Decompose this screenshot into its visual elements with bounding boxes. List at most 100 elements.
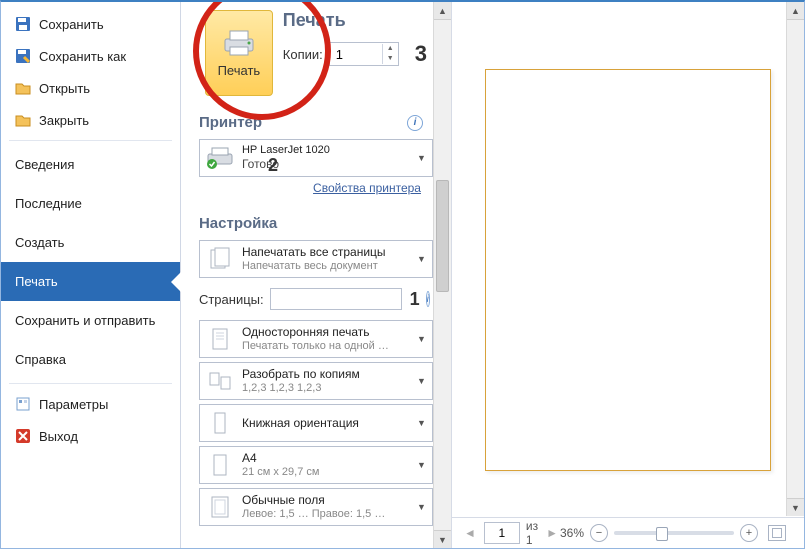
zoom-in-button[interactable]: +: [740, 524, 758, 542]
pages-all-icon: [206, 245, 234, 273]
sidebar: Сохранить Сохранить как Открыть Закрыть …: [1, 2, 181, 548]
options-icon: [15, 396, 31, 412]
sidebar-label: Закрыть: [39, 113, 89, 128]
separator: [9, 140, 172, 141]
combo-line2: Печатать только на одной …: [242, 340, 409, 353]
collate-icon: [206, 367, 234, 395]
sidebar-save-as[interactable]: Сохранить как: [1, 40, 180, 72]
info-icon[interactable]: i: [407, 115, 423, 131]
sidebar-info[interactable]: Сведения: [1, 145, 180, 184]
chevron-down-icon: ▼: [417, 153, 426, 163]
sidebar-new[interactable]: Создать: [1, 223, 180, 262]
prev-page-button[interactable]: ◄: [462, 526, 478, 540]
pages-input[interactable]: [270, 288, 402, 310]
print-range-select[interactable]: Напечатать все страницыНапечатать весь д…: [199, 240, 433, 278]
margins-select[interactable]: Обычные поляЛевое: 1,5 … Правое: 1,5 … ▼: [199, 488, 433, 526]
sidebar-save[interactable]: Сохранить: [1, 8, 180, 40]
collate-select[interactable]: Разобрать по копиям1,2,3 1,2,3 1,2,3 ▼: [199, 362, 433, 400]
page-total: из 1: [526, 519, 538, 547]
combo-line1: Односторонняя печать: [242, 325, 409, 339]
chevron-down-icon: ▼: [417, 334, 426, 344]
zoom-thumb[interactable]: [656, 527, 668, 541]
combo-line2: Напечатать весь документ: [242, 260, 409, 273]
print-settings-panel: Печать Печать Копии: ▲▼ 3 Принтер: [181, 2, 452, 548]
scroll-up-icon[interactable]: ▲: [787, 2, 804, 20]
separator: [9, 383, 172, 384]
printer-icon: [221, 29, 257, 57]
printer-select[interactable]: HP LaserJet 1020 Готово ▼ 2: [199, 139, 433, 177]
chevron-down-icon: ▼: [417, 376, 426, 386]
combo-line2: 21 см x 29,7 см: [242, 466, 409, 479]
page-number-input[interactable]: [484, 522, 520, 544]
chevron-down-icon: ▼: [417, 254, 426, 264]
scroll-up-icon[interactable]: ▲: [434, 2, 451, 20]
sidebar-help[interactable]: Справка: [1, 340, 180, 379]
paper-size-select[interactable]: A421 см x 29,7 см ▼: [199, 446, 433, 484]
close-folder-icon: [15, 112, 31, 128]
page-single-icon: [206, 325, 234, 353]
zoom-value: 36%: [560, 526, 584, 540]
margins-icon: [206, 493, 234, 521]
settings-heading: Настройка: [199, 215, 277, 232]
print-preview: ▲ ▼ ◄ из 1 ► 36% − +: [452, 2, 804, 548]
chevron-down-icon: ▼: [417, 418, 426, 428]
preview-scrollbar[interactable]: ▲ ▼: [786, 2, 804, 516]
annotation-1: 1: [410, 289, 420, 310]
preview-status-bar: ◄ из 1 ► 36% − +: [452, 517, 804, 548]
combo-line2: 1,2,3 1,2,3 1,2,3: [242, 382, 409, 395]
save-as-icon: [15, 48, 31, 64]
combo-line1: A4: [242, 451, 409, 465]
sidebar-label: Сохранить: [39, 17, 104, 32]
sidebar-recent[interactable]: Последние: [1, 184, 180, 223]
chevron-down-icon: ▼: [417, 460, 426, 470]
copies-input[interactable]: [330, 47, 382, 62]
sidebar-label: Сведения: [15, 157, 74, 172]
zoom-out-button[interactable]: −: [590, 524, 608, 542]
combo-line1: Обычные поля: [242, 493, 409, 507]
combo-line1: Книжная ориентация: [242, 416, 409, 430]
sidebar-label: Последние: [15, 196, 82, 211]
zoom-slider[interactable]: [614, 531, 734, 535]
info-icon[interactable]: i: [426, 291, 430, 307]
copies-label: Копии:: [283, 47, 323, 62]
paper-icon: [206, 451, 234, 479]
sidebar-exit[interactable]: Выход: [1, 420, 180, 452]
combo-line2: Левое: 1,5 … Правое: 1,5 …: [242, 508, 409, 521]
print-heading: Печать: [283, 10, 427, 31]
sidebar-label: Сохранить и отправить: [15, 313, 155, 328]
preview-page: [485, 69, 771, 471]
orientation-select[interactable]: Книжная ориентация ▼: [199, 404, 433, 442]
printer-properties-link[interactable]: Свойства принтера: [199, 177, 445, 197]
sidebar-label: Печать: [15, 274, 58, 289]
combo-line1: Разобрать по копиям: [242, 367, 409, 381]
exit-icon: [15, 428, 31, 444]
copies-spinner[interactable]: ▲▼: [329, 42, 399, 66]
portrait-icon: [206, 409, 234, 437]
sidebar-label: Открыть: [39, 81, 90, 96]
next-page-button[interactable]: ►: [544, 526, 560, 540]
sidebar-label: Параметры: [39, 397, 108, 412]
printer-small-icon: [206, 144, 234, 172]
scroll-down-icon[interactable]: ▼: [787, 498, 804, 516]
sidebar-label: Выход: [39, 429, 78, 444]
open-icon: [15, 80, 31, 96]
print-button-label: Печать: [218, 63, 261, 78]
sidebar-print[interactable]: Печать: [1, 262, 180, 301]
sidebar-open[interactable]: Открыть: [1, 72, 180, 104]
settings-scrollbar[interactable]: ▲ ▼: [433, 2, 451, 548]
scroll-down-icon[interactable]: ▼: [434, 530, 451, 548]
print-button[interactable]: Печать: [205, 10, 273, 96]
sidebar-close[interactable]: Закрыть: [1, 104, 180, 136]
sidebar-label: Справка: [15, 352, 66, 367]
sidebar-label: Сохранить как: [39, 49, 126, 64]
spinner-arrows[interactable]: ▲▼: [382, 44, 398, 64]
duplex-select[interactable]: Односторонняя печатьПечатать только на о…: [199, 320, 433, 358]
zoom-fit-button[interactable]: [768, 525, 786, 541]
scroll-thumb[interactable]: [436, 180, 449, 292]
combo-line1: Напечатать все страницы: [242, 245, 409, 259]
chevron-down-icon: ▼: [417, 502, 426, 512]
sidebar-options[interactable]: Параметры: [1, 388, 180, 420]
printer-heading: Принтер: [199, 114, 262, 131]
save-icon: [15, 16, 31, 32]
sidebar-save-send[interactable]: Сохранить и отправить: [1, 301, 180, 340]
